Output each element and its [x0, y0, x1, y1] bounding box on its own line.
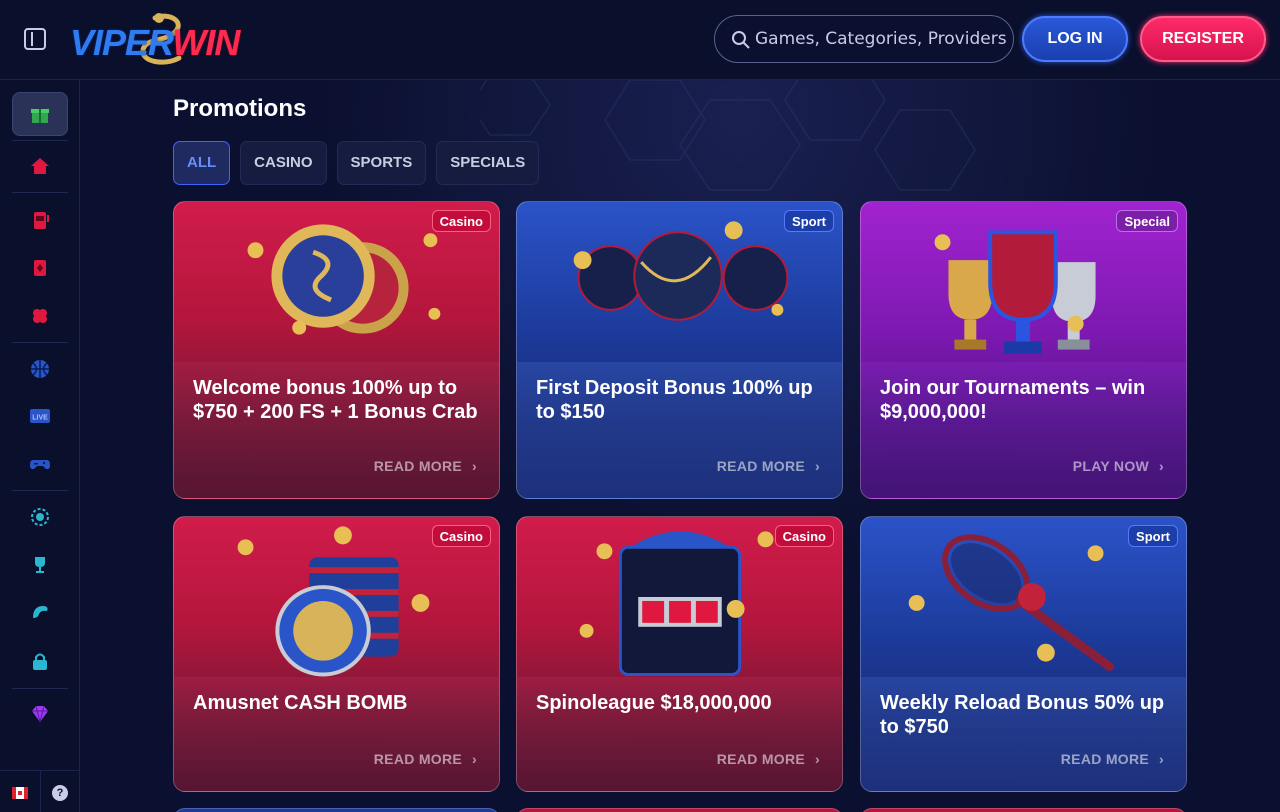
promo-title: Welcome bonus 100% up to $750 + 200 FS +…: [193, 377, 478, 423]
register-button[interactable]: REGISTER: [1140, 16, 1266, 62]
sidebar-item-promotions[interactable]: [12, 92, 68, 136]
clover-icon: [33, 309, 47, 323]
slot-machine-icon: [34, 212, 49, 229]
chevron-right-icon: ›: [472, 458, 477, 474]
sidebar-item-vip-club[interactable]: [12, 692, 68, 736]
gift-icon: [31, 109, 49, 123]
svg-text:LIVE: LIVE: [32, 415, 48, 422]
live-icon: LIVE: [30, 409, 50, 423]
category-badge: Sport: [1128, 525, 1178, 547]
chevron-right-icon: ›: [815, 751, 820, 767]
sidebar-item-tournaments[interactable]: [12, 543, 68, 587]
top-header: VIPERWIN LOG IN REGISTER: [0, 0, 1280, 80]
search-icon: [732, 31, 750, 49]
promo-card-cash-bomb[interactable]: Casino Amusnet CASH BOMB READ MORE ›: [173, 516, 500, 792]
chevron-right-icon: ›: [1159, 458, 1164, 474]
sidebar-item-esports[interactable]: [12, 442, 68, 486]
snake-icon: [33, 606, 48, 618]
promo-card-peek[interactable]: [173, 808, 500, 812]
promo-card-tournaments[interactable]: Special Join our Tournaments – win $9,00…: [860, 201, 1187, 499]
sidebar-toggle-icon[interactable]: [24, 28, 46, 50]
promo-title: First Deposit Bonus 100% up to $150: [536, 377, 813, 423]
category-badge: Sport: [784, 210, 834, 232]
logo-win-text: WIN: [172, 22, 240, 63]
sidebar-item-lock[interactable]: [12, 639, 68, 683]
read-more-link[interactable]: READ MORE ›: [717, 458, 820, 474]
gamepad-icon: [30, 460, 50, 470]
play-now-link[interactable]: PLAY NOW ›: [1073, 458, 1164, 474]
category-badge: Casino: [431, 210, 491, 232]
lock-icon: [33, 653, 47, 670]
promo-card-peek[interactable]: [516, 808, 843, 812]
cards-icon: [34, 260, 46, 276]
login-button[interactable]: LOG IN: [1022, 16, 1128, 62]
read-more-link[interactable]: READ MORE ›: [374, 458, 477, 474]
main-content: Promotions ALL CASINO SPORTS SPECIALS Ca…: [80, 80, 1280, 812]
promo-card-welcome-bonus[interactable]: Casino Welcome bonus 100% up to $750 + 2…: [173, 201, 500, 499]
read-more-link[interactable]: READ MORE ›: [1061, 751, 1164, 767]
read-more-link[interactable]: READ MORE ›: [717, 751, 820, 767]
promo-title: Spinoleague $18,000,000: [536, 692, 772, 714]
hexagon-background: [480, 80, 976, 191]
basketball-icon: [31, 360, 49, 378]
sidebar-item-live[interactable]: LIVE: [12, 394, 68, 438]
logo[interactable]: VIPERWIN: [70, 13, 255, 66]
trophy-icon: [35, 557, 45, 573]
sidebar-item-vip[interactable]: [12, 495, 68, 539]
read-more-link[interactable]: READ MORE ›: [374, 751, 477, 767]
help-icon[interactable]: ?: [52, 785, 68, 801]
home-icon: [31, 158, 49, 174]
chevron-right-icon: ›: [815, 458, 820, 474]
search-box[interactable]: [714, 15, 1014, 63]
promo-card-first-deposit[interactable]: Sport First Deposit Bonus 100% up to $15…: [516, 201, 843, 499]
category-badge: Casino: [774, 525, 834, 547]
promo-card-weekly-reload[interactable]: Sport Weekly Reload Bonus 50% up to $750…: [860, 516, 1187, 792]
promo-title: Amusnet CASH BOMB: [193, 692, 408, 714]
promo-card-peek[interactable]: [860, 808, 1187, 812]
sidebar-item-home[interactable]: [12, 144, 68, 188]
sidebar-item-sports[interactable]: [12, 347, 68, 391]
chevron-right-icon: ›: [1159, 751, 1164, 767]
sidebar-item-slots[interactable]: [12, 198, 68, 242]
category-badge: Special: [1116, 210, 1178, 232]
sidebar-item-cards[interactable]: [12, 246, 68, 290]
language-flag-icon[interactable]: [12, 787, 28, 799]
sidebar-item-viper[interactable]: [12, 591, 68, 635]
promo-title: Join our Tournaments – win $9,000,000!: [880, 377, 1146, 423]
diamond-icon: [32, 705, 48, 723]
sidebar: LIVE ?: [0, 80, 80, 812]
sidebar-item-lucky[interactable]: [12, 294, 68, 338]
promo-title: Weekly Reload Bonus 50% up to $750: [880, 692, 1165, 738]
badge-icon: [31, 508, 49, 526]
tab-specials[interactable]: SPECIALS: [436, 141, 540, 185]
page-title: Promotions: [173, 95, 307, 122]
tab-sports[interactable]: SPORTS: [336, 141, 427, 185]
search-input[interactable]: [755, 16, 1010, 62]
category-badge: Casino: [431, 525, 491, 547]
tab-all[interactable]: ALL: [173, 141, 231, 185]
logo-viper-text: VIPER: [70, 22, 173, 63]
tab-casino[interactable]: CASINO: [240, 141, 327, 185]
promotion-filter-tabs: ALL CASINO SPORTS SPECIALS: [173, 141, 540, 185]
promo-card-spinoleague[interactable]: Casino Spinoleague $18,000,000 READ MORE…: [516, 516, 843, 792]
chevron-right-icon: ›: [472, 751, 477, 767]
